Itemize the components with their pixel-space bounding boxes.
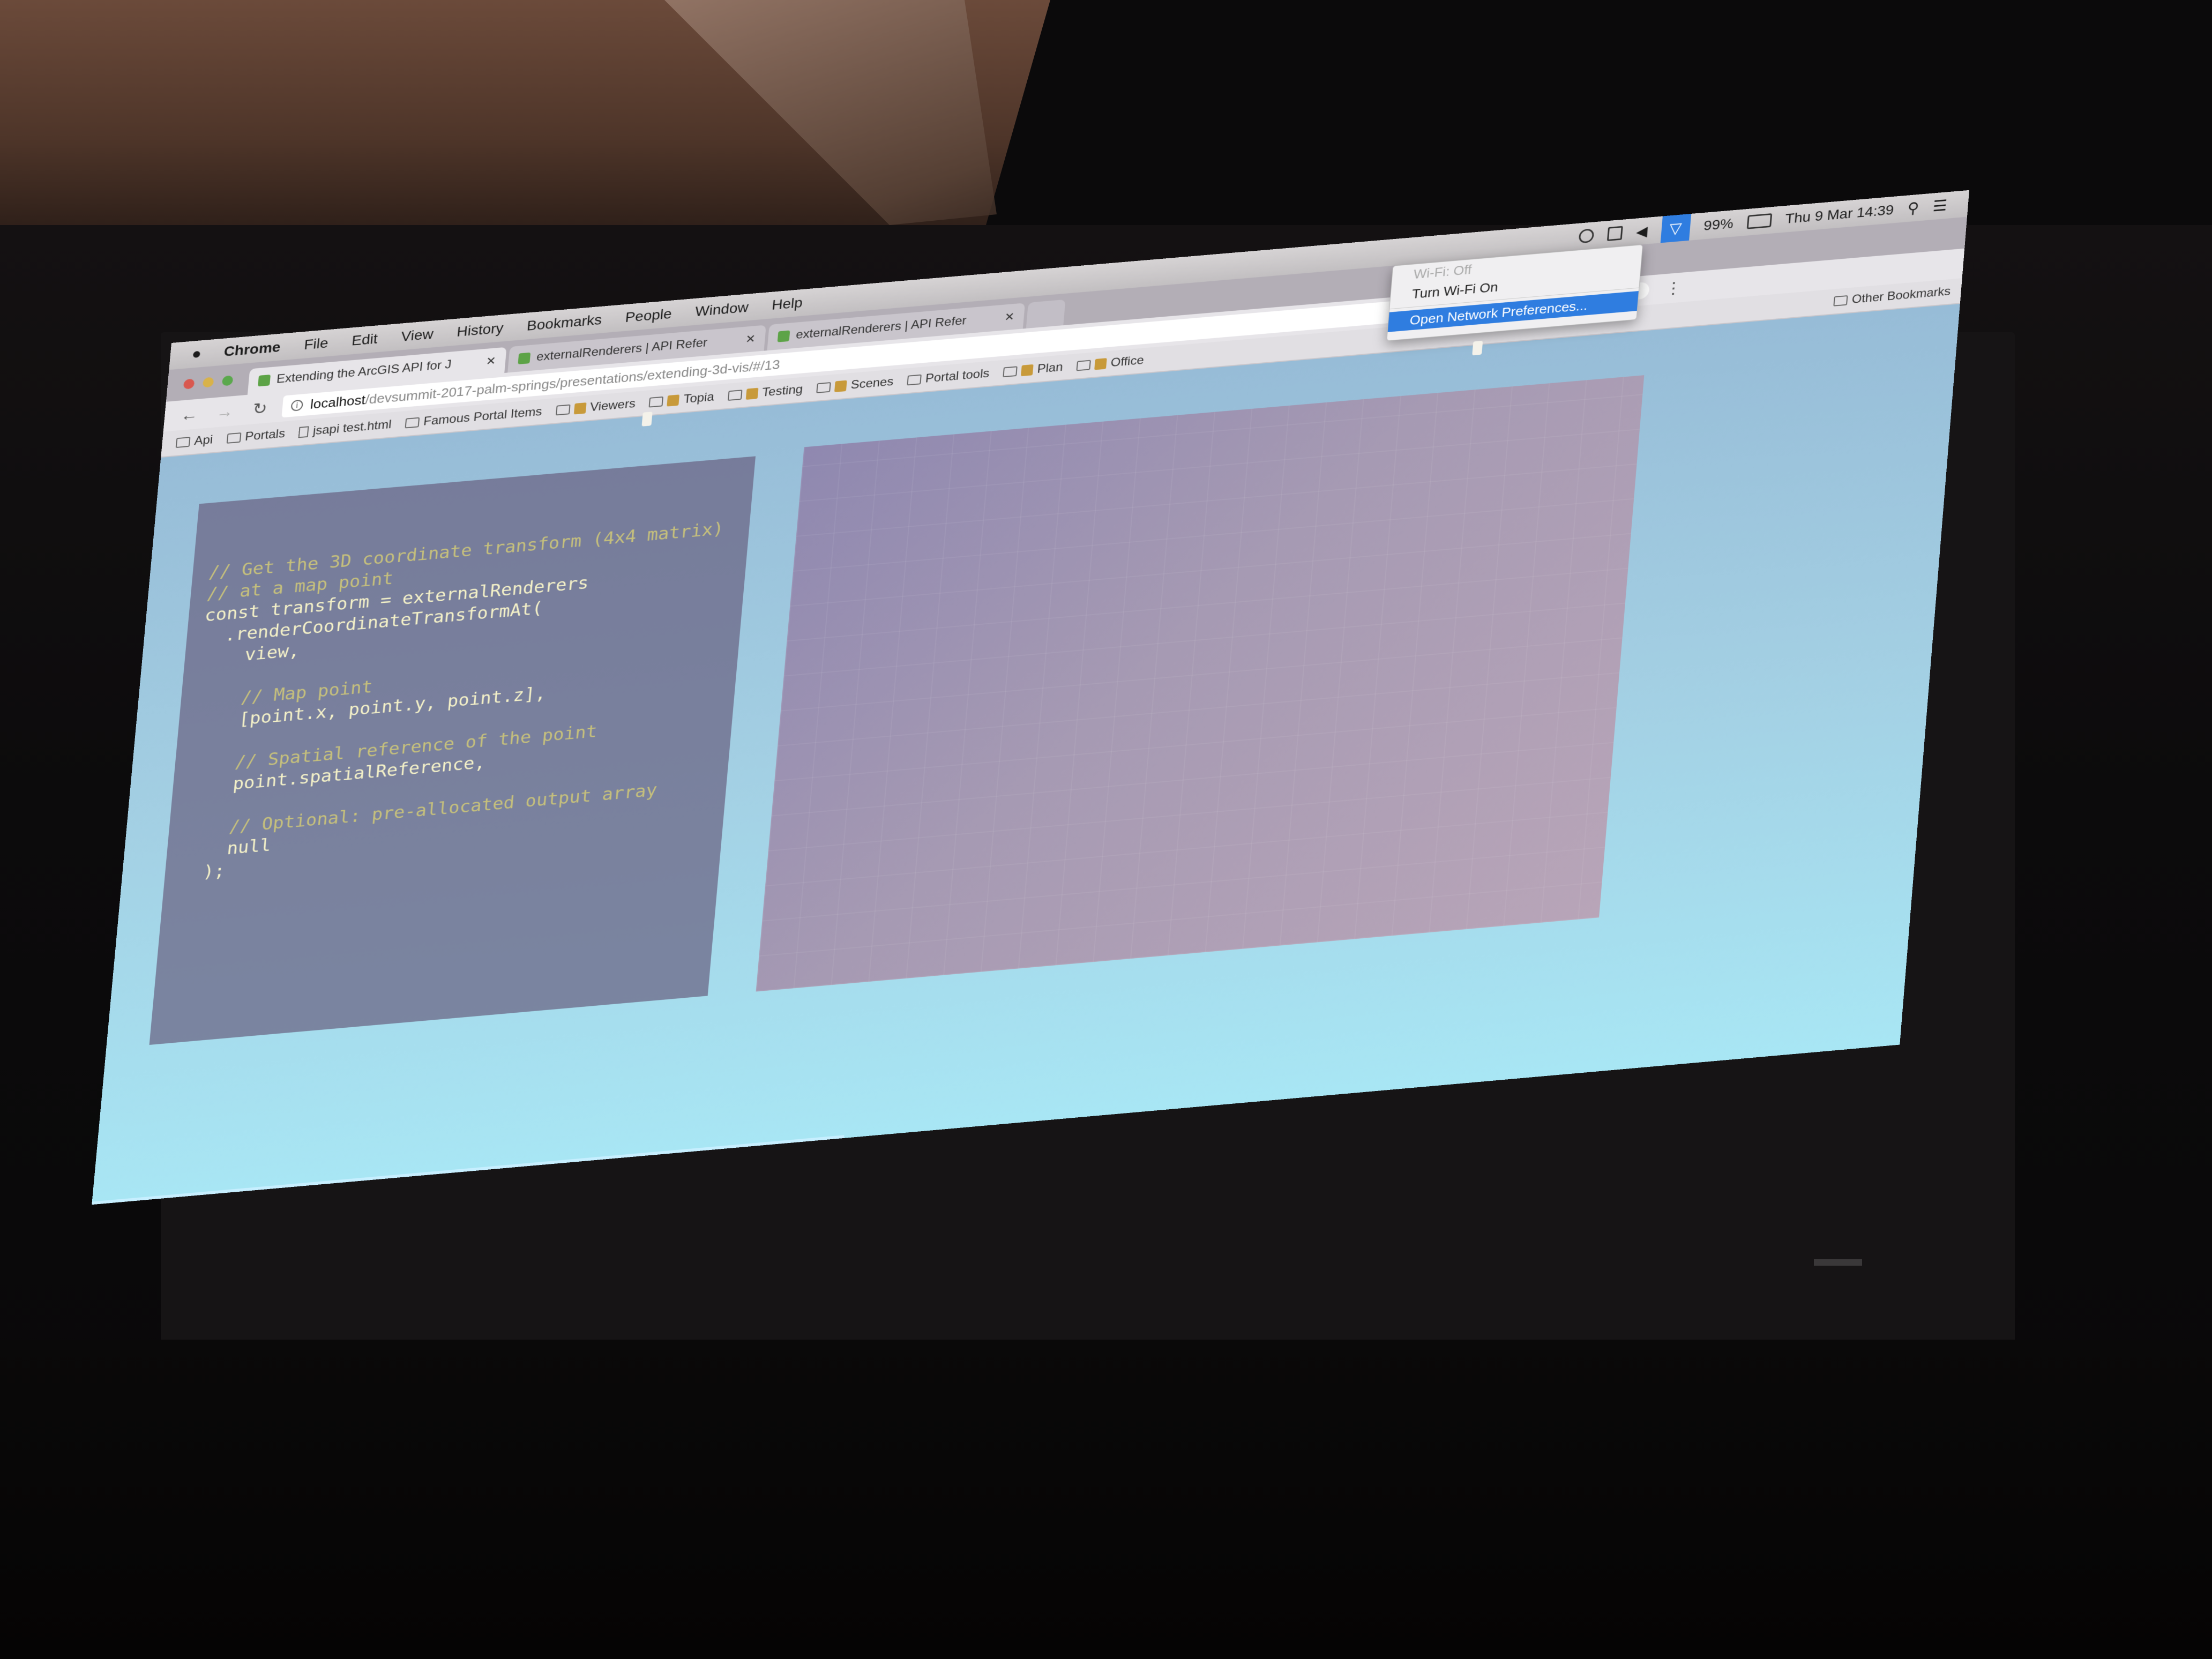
folder-icon [1076, 360, 1091, 371]
folder-icon [555, 404, 571, 416]
menu-edit[interactable]: Edit [351, 331, 378, 349]
bookmark-label: Famous Portal Items [423, 405, 543, 429]
folder-icon [1003, 366, 1018, 378]
notification-center-icon[interactable]: ☰ [1932, 197, 1948, 215]
tab-favicon [777, 330, 790, 342]
menu-file[interactable]: File [303, 335, 329, 353]
folder-icon [1833, 295, 1848, 307]
tab-close-icon[interactable]: ✕ [1004, 310, 1015, 324]
screen-brand-label [1814, 1259, 1862, 1266]
bookmark-viewers[interactable]: Viewers [555, 397, 636, 417]
scene-view-panel[interactable] [756, 375, 1645, 992]
other-bookmarks-label: Other Bookmarks [1851, 284, 1952, 307]
folder-icon [907, 374, 922, 386]
folder-icon [405, 417, 420, 429]
bookmark-jsapi-test[interactable]: jsapi test.html [298, 417, 392, 439]
other-bookmarks[interactable]: Other Bookmarks [1833, 285, 1951, 308]
bookmark-favicon [745, 387, 759, 400]
close-window-button[interactable] [183, 378, 195, 390]
slide-title-glyph [641, 412, 653, 427]
reload-icon[interactable]: ↻ [249, 398, 272, 419]
slide-title-glyph [1472, 340, 1483, 356]
zoom-window-button[interactable] [221, 375, 234, 386]
tab-favicon [518, 352, 531, 364]
bookmark-label: Portals [244, 427, 286, 444]
info-icon[interactable] [1578, 228, 1595, 244]
bookmark-label: Office [1110, 353, 1145, 370]
folder-icon [175, 437, 191, 448]
bookmark-plan[interactable]: Plan [1003, 360, 1064, 379]
code-comment: // Get the 3D coordinate transform (4x4 … [207, 518, 725, 583]
bookmark-favicon [1021, 364, 1034, 377]
bookmark-topia[interactable]: Topia [648, 390, 715, 409]
menu-bookmarks[interactable]: Bookmarks [526, 312, 602, 334]
window-controls [183, 375, 234, 390]
menu-chrome[interactable]: Chrome [223, 339, 281, 360]
new-tab-button[interactable] [1026, 299, 1066, 328]
bookmark-label: jsapi test.html [312, 417, 392, 438]
code-line: ); [180, 860, 226, 885]
bookmark-label: Topia [683, 390, 715, 406]
tab-favicon [258, 374, 271, 387]
code-block: // Get the 3D coordinate transform (4x4 … [180, 518, 725, 885]
code-panel: // Get the 3D coordinate transform (4x4 … [149, 456, 756, 1045]
room-floor-shadow [0, 1340, 2212, 1659]
airplay-icon[interactable] [1606, 226, 1623, 241]
file-icon [298, 426, 309, 438]
spotlight-icon[interactable]: ⚲ [1907, 199, 1920, 217]
folder-icon [816, 382, 831, 393]
bookmark-label: Scenes [850, 375, 894, 392]
chrome-menu-icon[interactable]: ⋮ [1662, 278, 1685, 298]
bookmark-label: Api [193, 432, 214, 448]
bookmark-label: Plan [1036, 360, 1064, 376]
folder-icon [648, 396, 664, 408]
bookmark-label: Viewers [589, 397, 637, 414]
tab-close-icon[interactable]: ✕ [485, 354, 496, 368]
presentation-room: ● Chrome File Edit View History Bookmark… [0, 0, 2212, 1659]
menu-people[interactable]: People [624, 306, 672, 326]
back-arrow-icon[interactable]: ← [178, 405, 201, 425]
apple-menu-icon[interactable]: ● [191, 345, 202, 363]
bookmark-favicon [834, 380, 847, 392]
url-host: localhost [310, 392, 367, 412]
battery-icon[interactable] [1746, 213, 1772, 229]
folder-icon [727, 390, 743, 401]
bookmark-label: Testing [761, 382, 804, 400]
battery-percent: 99% [1703, 215, 1734, 234]
wifi-icon[interactable]: ▽ [1660, 213, 1691, 243]
volume-icon[interactable]: ◀ [1635, 222, 1648, 240]
minimize-window-button[interactable] [202, 377, 214, 388]
menu-help[interactable]: Help [771, 295, 803, 313]
bookmark-api[interactable]: Api [175, 433, 213, 450]
menu-view[interactable]: View [400, 326, 434, 345]
menu-history[interactable]: History [456, 320, 504, 340]
bookmark-favicon [667, 394, 680, 407]
menubar-clock[interactable]: Thu 9 Mar 14:39 [1784, 202, 1894, 227]
forward-arrow-icon[interactable]: → [213, 401, 236, 422]
bookmark-favicon [573, 402, 587, 415]
bookmark-favicon [1094, 358, 1107, 370]
tab-close-icon[interactable]: ✕ [745, 332, 756, 346]
site-info-icon[interactable]: i [290, 399, 304, 412]
folder-icon [226, 432, 242, 444]
menu-window[interactable]: Window [694, 299, 749, 319]
projected-desktop: ● Chrome File Edit View History Bookmark… [92, 190, 1970, 1205]
bookmark-label: Portal tools [924, 367, 990, 386]
bookmark-portals[interactable]: Portals [226, 427, 286, 445]
